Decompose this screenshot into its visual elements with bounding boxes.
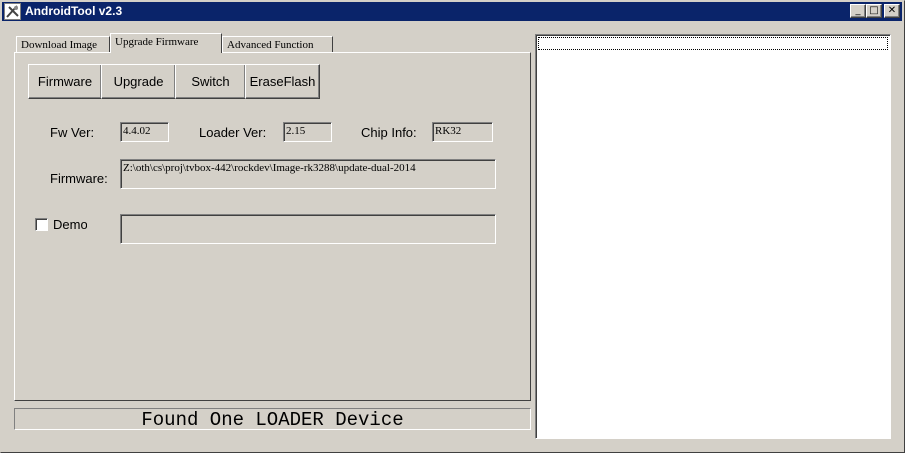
erase-flash-button[interactable]: EraseFlash [245,64,320,99]
switch-button[interactable]: Switch [175,64,246,99]
log-list[interactable] [535,34,891,439]
maximize-icon: □ [869,5,879,16]
fw-ver-label: Fw Ver: [50,125,95,140]
loader-ver-field: 2.15 [283,122,332,142]
switch-button-label: Switch [191,74,230,89]
tab-upgrade-firmware-label: Upgrade Firmware [115,36,199,48]
erase-flash-button-label: EraseFlash [249,74,316,89]
title-bar[interactable]: AndroidTool v2.3 _ □ ✕ [2,2,902,21]
close-button[interactable]: ✕ [884,4,900,18]
demo-checkbox[interactable] [35,218,48,231]
window-title: AndroidTool v2.3 [25,4,123,18]
app-icon [4,3,21,20]
minimize-icon: _ [855,5,861,16]
firmware-button-label: Firmware [37,74,93,89]
fw-ver-field: 4.4.02 [120,122,169,142]
demo-label[interactable]: Demo [53,217,87,232]
tab-download-image-label: Download Image [21,39,98,51]
log-focus-row[interactable] [538,37,888,50]
chip-info-field: RK32 [432,122,493,142]
tab-upgrade-firmware[interactable]: Upgrade Firmware [110,33,222,53]
firmware-path-field: Z:\oth\cs\proj\tvbox-442\rockdev\Image-r… [120,159,496,189]
chip-info-label: Chip Info: [361,125,417,140]
maximize-button[interactable]: □ [866,4,882,18]
loader-ver-label: Loader Ver: [199,125,267,140]
status-bar: Found One LOADER Device [14,408,531,431]
minimize-button[interactable]: _ [850,4,866,18]
firmware-button[interactable]: Firmware [28,64,102,99]
tab-advanced-function-label: Advanced Function [227,39,314,51]
tab-advanced-function[interactable]: Advanced Function [222,36,333,53]
upgrade-button[interactable]: Upgrade [101,64,176,99]
tab-download-image[interactable]: Download Image [16,36,110,53]
demo-input[interactable] [120,214,496,244]
firmware-path-label: Firmware: [50,171,108,186]
close-icon: ✕ [887,5,897,16]
upgrade-button-label: Upgrade [113,74,164,89]
